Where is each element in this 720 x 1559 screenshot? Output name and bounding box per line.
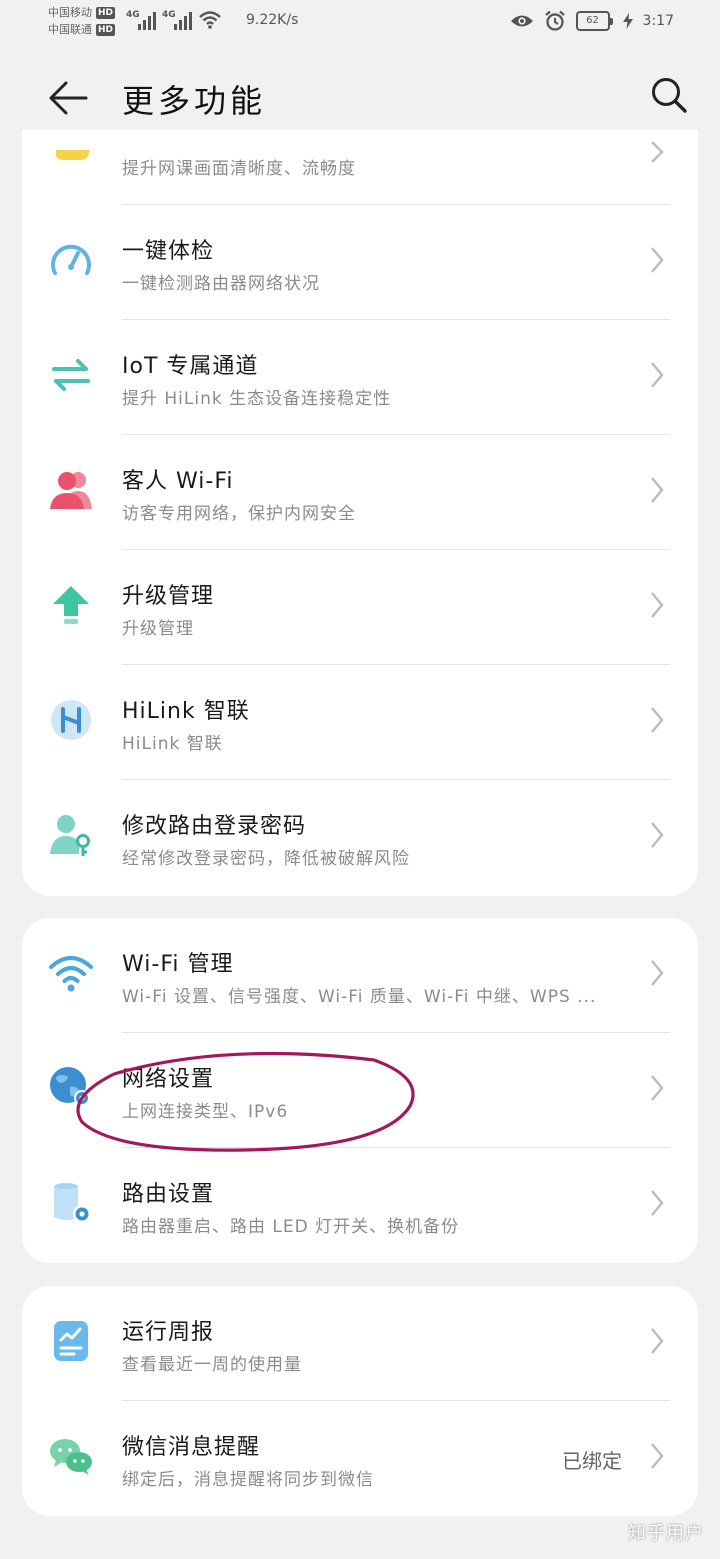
item-title: 升级管理 [122, 584, 215, 609]
feature-card-1: 提升网课画面清晰度、流畅度 一键体检 一键检测路由器网络状况 IoT 专属通道 … [22, 130, 698, 896]
chevron-right-icon [651, 822, 664, 848]
search-icon [652, 78, 687, 113]
report-icon [54, 1321, 88, 1361]
status-bar: 中国移动 HD 中国联通 HD 4G 4G 9.22K/s 62 3:17 [0, 0, 720, 44]
search-button[interactable] [644, 70, 694, 120]
item-subtitle: 提升网课画面清晰度、流畅度 [122, 159, 356, 179]
item-title: 客人 Wi-Fi [122, 469, 234, 494]
signal-1-icon: 4G [126, 10, 156, 30]
list-item-health-check[interactable]: 一键体检 一键检测路由器网络状况 [22, 205, 698, 320]
feature-card-3: 运行周报 查看最近一周的使用量 微信消息提醒 绑定后，消息提醒将同步到微信 已绑… [22, 1286, 698, 1516]
chevron-right-icon [651, 592, 664, 618]
item-title: 运行周报 [122, 1320, 215, 1345]
wifi-icon [49, 956, 93, 992]
item-title: 修改路由登录密码 [122, 814, 307, 839]
item-subtitle: Wi-Fi 设置、信号强度、Wi-Fi 质量、Wi-Fi 中继、WPS ... [122, 987, 597, 1007]
item-title: IoT 专属通道 [122, 354, 259, 379]
item-title: 网络设置 [122, 1067, 215, 1092]
item-subtitle: 绑定后，消息提醒将同步到微信 [122, 1470, 374, 1490]
upgrade-arrow-icon [53, 586, 89, 624]
wechat-icon [50, 1439, 92, 1475]
item-subtitle: 路由器重启、路由 LED 灯开关、换机备份 [122, 1217, 460, 1237]
chevron-right-icon [651, 247, 664, 273]
battery-icon: 62 [575, 11, 613, 31]
network-type: 4G [126, 10, 140, 20]
list-item-upgrade[interactable]: 升级管理 升级管理 [22, 550, 698, 665]
network-type: 4G [162, 10, 176, 20]
list-item-hilink[interactable]: HiLink 智联 HiLink 智联 [22, 665, 698, 780]
list-item-network-settings[interactable]: 网络设置 上网连接类型、IPv6 [22, 1033, 698, 1148]
network-speed: 9.22K/s [246, 12, 299, 28]
partial-item-icon [56, 150, 90, 160]
item-subtitle: 升级管理 [122, 619, 194, 639]
alarm-icon [544, 10, 565, 31]
list-item-change-password[interactable]: 修改路由登录密码 经常修改登录密码，降低被破解风险 [22, 780, 698, 895]
back-arrow-icon [49, 81, 88, 115]
guest-user-icon [50, 472, 92, 509]
chevron-right-icon [651, 707, 664, 733]
item-subtitle: 提升 HiLink 生态设备连接稳定性 [122, 389, 392, 409]
chevron-right-icon [651, 1190, 664, 1216]
hd-badge: HD [96, 23, 116, 36]
item-subtitle: HiLink 智联 [122, 734, 223, 754]
chevron-right-icon [651, 960, 664, 986]
carrier-2: 中国联通 [48, 23, 92, 36]
carrier-info: 中国移动 HD 中国联通 HD [48, 4, 116, 38]
clock-time: 3:17 [642, 13, 674, 29]
hd-badge: HD [96, 6, 116, 19]
chevron-right-icon [651, 362, 664, 388]
item-title: 一键体检 [122, 239, 215, 264]
item-subtitle: 经常修改登录密码，降低被破解风险 [122, 849, 410, 869]
chevron-right-icon [651, 142, 664, 162]
eye-icon [510, 15, 533, 27]
item-subtitle: 访客专用网络，保护内网安全 [122, 504, 356, 524]
item-subtitle: 上网连接类型、IPv6 [122, 1102, 289, 1122]
carrier-1: 中国移动 [48, 6, 92, 19]
chevron-right-icon [651, 1075, 664, 1101]
arrows-swap-icon [52, 359, 90, 391]
back-button[interactable] [44, 74, 92, 122]
item-title: 微信消息提醒 [122, 1435, 261, 1460]
hilink-icon [51, 700, 91, 740]
item-title: 路由设置 [122, 1182, 215, 1207]
speedometer-icon [51, 244, 91, 275]
router-gear-icon [54, 1183, 91, 1223]
chevron-right-icon [651, 1443, 664, 1469]
list-item-partial[interactable]: 提升网课画面清晰度、流畅度 [22, 130, 698, 205]
globe-gear-icon [50, 1067, 90, 1106]
list-item-iot-channel[interactable]: IoT 专属通道 提升 HiLink 生态设备连接稳定性 [22, 320, 698, 435]
status-right: 62 3:17 [510, 10, 674, 32]
signal-2-icon: 4G [162, 10, 192, 30]
chevron-right-icon [651, 477, 664, 503]
item-title: Wi-Fi 管理 [122, 952, 234, 977]
item-subtitle: 一键检测路由器网络状况 [122, 274, 320, 294]
list-item-wechat-notify[interactable]: 微信消息提醒 绑定后，消息提醒将同步到微信 已绑定 [22, 1401, 698, 1516]
list-item-wifi-management[interactable]: Wi-Fi 管理 Wi-Fi 设置、信号强度、Wi-Fi 质量、Wi-Fi 中继… [22, 918, 698, 1033]
wifi-status-icon [199, 11, 221, 29]
signal-indicators: 4G 4G [126, 10, 222, 30]
list-item-weekly-report[interactable]: 运行周报 查看最近一周的使用量 [22, 1286, 698, 1401]
item-title: HiLink 智联 [122, 699, 250, 724]
bind-status: 已绑定 [562, 1449, 622, 1473]
list-item-guest-wifi[interactable]: 客人 Wi-Fi 访客专用网络，保护内网安全 [22, 435, 698, 550]
battery-level: 62 [575, 11, 610, 31]
chevron-right-icon [651, 1328, 664, 1354]
watermark: 知乎用户 [628, 1523, 704, 1544]
page-title: 更多功能 [122, 82, 267, 120]
list-item-router-settings[interactable]: 路由设置 路由器重启、路由 LED 灯开关、换机备份 [22, 1148, 698, 1263]
item-subtitle: 查看最近一周的使用量 [122, 1355, 302, 1375]
feature-card-2: Wi-Fi 管理 Wi-Fi 设置、信号强度、Wi-Fi 质量、Wi-Fi 中继… [22, 918, 698, 1263]
user-key-icon [50, 815, 90, 856]
charging-icon [622, 13, 633, 29]
